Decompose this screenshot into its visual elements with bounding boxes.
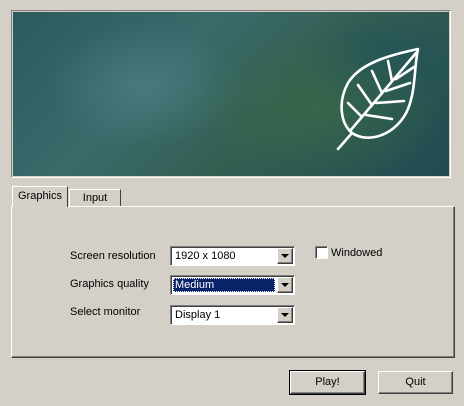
screen-resolution-select[interactable]: 1920 x 1080 — [170, 246, 295, 266]
chevron-down-icon[interactable] — [277, 248, 293, 264]
tab-graphics[interactable]: Graphics — [12, 186, 68, 207]
chevron-down-icon[interactable] — [277, 277, 293, 293]
play-button[interactable]: Play! — [289, 370, 366, 395]
graphics-quality-label: Graphics quality — [70, 278, 149, 290]
select-monitor-select[interactable]: Display 1 — [170, 305, 295, 325]
chevron-down-icon[interactable] — [277, 307, 293, 323]
graphics-quality-select[interactable]: Medium — [170, 275, 295, 295]
quit-button[interactable]: Quit — [378, 371, 453, 394]
tab-input-label: Input — [82, 192, 108, 204]
screen-resolution-label: Screen resolution — [70, 250, 156, 262]
select-monitor-label: Select monitor — [70, 306, 141, 318]
leaf-logo-icon — [336, 47, 420, 151]
tab-input[interactable]: Input — [69, 189, 121, 207]
banner — [11, 10, 451, 178]
windowed-label[interactable]: Windowed — [331, 247, 382, 259]
select-monitor-value: Display 1 — [175, 309, 221, 321]
tab-graphics-label: Graphics — [17, 190, 63, 202]
graphics-quality-value: Medium — [173, 278, 275, 292]
screen-resolution-value: 1920 x 1080 — [175, 250, 236, 262]
windowed-checkbox[interactable] — [315, 246, 328, 259]
